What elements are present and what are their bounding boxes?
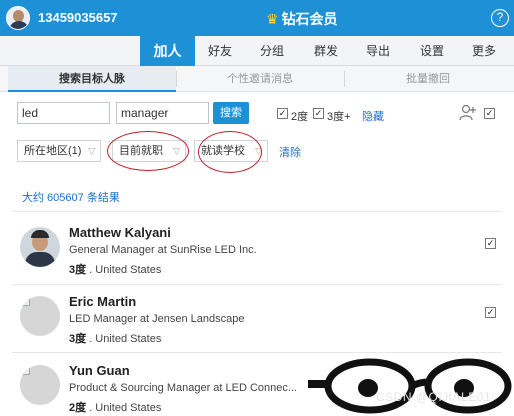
person-name[interactable]: Eric Martin xyxy=(69,294,136,309)
keyword-input-1[interactable]: led xyxy=(17,102,110,124)
watermark: CSDN @QIJIALE01 xyxy=(376,390,492,404)
person-location: . United States xyxy=(89,333,162,345)
avatar xyxy=(20,227,60,267)
subtab-batch-withdraw[interactable]: 批量撤回 xyxy=(344,66,512,92)
tab-add-people[interactable]: 加人 xyxy=(140,36,195,66)
result-item[interactable]: Matthew Kalyani General Manager at SunRi… xyxy=(0,223,514,291)
person-name[interactable]: Matthew Kalyani xyxy=(69,225,171,240)
result-checkbox[interactable]: ✓ xyxy=(485,238,496,249)
degree-2-label: 2度 xyxy=(291,111,309,123)
divider xyxy=(12,211,502,212)
tab-more[interactable]: 更多 xyxy=(462,36,506,66)
person-title: Product & Sourcing Manager at LED Connec… xyxy=(69,382,298,394)
degree-3-checkbox[interactable]: ✓ xyxy=(313,108,324,119)
avatar xyxy=(20,365,60,405)
result-checkbox[interactable]: ✓ xyxy=(485,307,496,318)
glasses-overlay xyxy=(308,356,514,416)
main-nav: 加人 好友 分组 群发 导出 设置 更多 xyxy=(0,36,514,66)
annotation-circle xyxy=(198,131,262,173)
tab-export[interactable]: 导出 xyxy=(356,36,400,66)
vip-badge[interactable]: ♛ 钻石会员 xyxy=(266,9,338,29)
tab-settings[interactable]: 设置 xyxy=(410,36,454,66)
avatar xyxy=(20,296,60,336)
tab-mass-send[interactable]: 群发 xyxy=(304,36,348,66)
person-degree: 2度 xyxy=(69,402,87,414)
person-meta: 2度 . United States xyxy=(69,399,161,415)
chevron-down-icon: ▽ xyxy=(88,146,95,156)
help-icon[interactable]: ? xyxy=(491,9,509,27)
select-all-checkbox[interactable]: ✓ xyxy=(484,108,495,119)
crown-icon: ♛ xyxy=(266,11,279,27)
add-person-icon[interactable] xyxy=(459,104,477,122)
person-degree: 3度 xyxy=(69,333,87,345)
tab-friends[interactable]: 好友 xyxy=(198,36,242,66)
user-avatar[interactable] xyxy=(6,6,30,30)
person-meta: 3度 . United States xyxy=(69,261,161,277)
clear-filters-link[interactable]: 清除 xyxy=(279,144,301,160)
title-bar: 13459035657 ♛ 钻石会员 ? xyxy=(0,0,514,36)
divider xyxy=(12,284,502,285)
annotation-circle xyxy=(107,131,189,171)
person-title: LED Manager at Jensen Landscape xyxy=(69,313,245,325)
search-button[interactable]: 搜索 xyxy=(213,102,249,124)
person-location: . United States xyxy=(89,402,162,414)
subtab-search-targets[interactable]: 搜索目标人脉 xyxy=(8,66,176,92)
hide-link[interactable]: 隐藏 xyxy=(362,108,384,124)
person-meta: 3度 . United States xyxy=(69,330,161,346)
vip-label: 钻石会员 xyxy=(281,11,338,27)
result-item[interactable]: Eric Martin LED Manager at Jensen Landsc… xyxy=(0,292,514,360)
person-title: General Manager at SunRise LED Inc. xyxy=(69,244,257,256)
region-filter-label: 所在地区(1) xyxy=(24,145,82,157)
divider xyxy=(12,352,502,353)
search-row: led manager 搜索 ✓ 2度 ✓ 3度+ 隐藏 ✓ xyxy=(0,96,514,132)
person-location: . United States xyxy=(89,264,162,276)
subtab-invite-message[interactable]: 个性邀请消息 xyxy=(176,66,344,92)
account-phone: 13459035657 xyxy=(38,10,118,25)
person-name[interactable]: Yun Guan xyxy=(69,363,130,378)
region-filter[interactable]: 所在地区(1) ▽ xyxy=(17,140,101,162)
results-count: 大约 605607 条结果 xyxy=(22,192,120,204)
keyword-input-2[interactable]: manager xyxy=(116,102,209,124)
degree-2-checkbox[interactable]: ✓ xyxy=(277,108,288,119)
person-degree: 3度 xyxy=(69,264,87,276)
sub-tabs: 搜索目标人脉 个性邀请消息 批量撤回 xyxy=(0,66,514,92)
degree-3-label: 3度+ xyxy=(327,111,351,123)
tab-groups[interactable]: 分组 xyxy=(250,36,294,66)
